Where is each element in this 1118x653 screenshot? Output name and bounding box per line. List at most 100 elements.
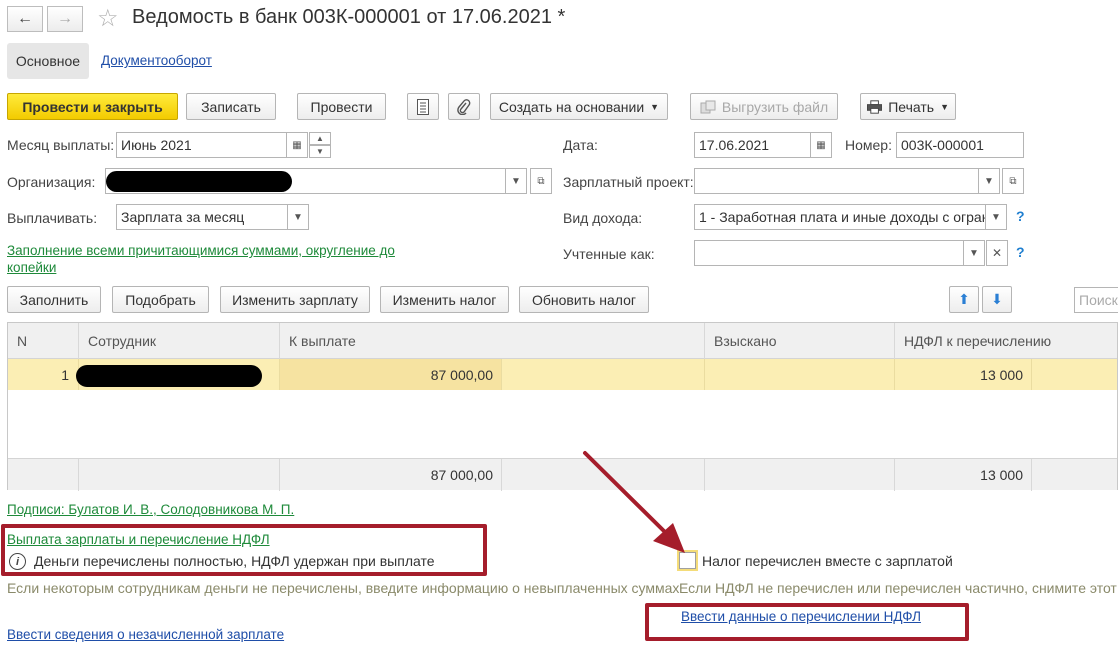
fill-button[interactable]: Заполнить [7, 286, 101, 313]
close-icon: ✕ [991, 246, 1003, 260]
salary-project-label: Зарплатный проект: [563, 174, 694, 190]
unpaid-salary-link[interactable]: Ввести сведения о незачисленной зарплате [7, 627, 284, 642]
footer-n [8, 459, 79, 491]
printer-icon [867, 99, 883, 114]
pay-type-field[interactable]: Зарплата за месяц [116, 204, 288, 230]
salary-project-dropdown-button[interactable]: ▼ [978, 168, 1000, 194]
change-salary-button[interactable]: Изменить зарплату [220, 286, 370, 313]
tax-with-salary-label: Налог перечислен вместе с зарплатой [702, 553, 953, 569]
tab-main[interactable]: Основное [7, 43, 89, 79]
chevron-down-icon: ▼ [316, 147, 324, 156]
arrow-up-icon: ⬆ [958, 291, 970, 307]
back-button[interactable]: ← [7, 6, 43, 32]
number-field[interactable]: 003К-000001 [896, 132, 1024, 158]
date-label: Дата: [563, 137, 598, 153]
post-button[interactable]: Провести [297, 93, 386, 120]
update-tax-button[interactable]: Обновить налог [519, 286, 649, 313]
income-type-label: Вид дохода: [563, 210, 643, 226]
col-ndfl[interactable]: НДФЛ к перечислению [895, 323, 1118, 359]
counted-as-dropdown-button[interactable]: ▼ [963, 240, 985, 266]
caret-down-icon: ▼ [511, 175, 521, 187]
fill-mode-link[interactable]: Заполнение всеми причитающимися суммами,… [7, 242, 427, 276]
footer-to-pay-total: 87 000,00 [280, 459, 502, 491]
arrow-left-icon: ← [17, 10, 33, 27]
organization-dropdown-button[interactable]: ▼ [505, 168, 527, 194]
salary-project-open-button[interactable]: ⧉ [1002, 168, 1024, 194]
date-field[interactable]: 17.06.2021 [694, 132, 811, 158]
table-header: N Сотрудник К выплате Взыскано НДФЛ к пе… [8, 323, 1117, 359]
calendar-icon: ▦ [292, 139, 302, 151]
salary-project-field[interactable] [694, 168, 979, 194]
calendar-button[interactable]: ▦ [286, 132, 308, 158]
arrow-right-icon: → [57, 10, 73, 27]
open-window-icon: ⧉ [1009, 175, 1017, 187]
table-footer: 87 000,00 13 000 [8, 458, 1117, 491]
cell-to-pay-extra [502, 359, 705, 390]
annotation-box-payment [1, 524, 487, 576]
print-button[interactable]: Печать ▼ [860, 93, 956, 120]
caret-down-icon: ▼ [293, 211, 303, 223]
arrow-down-icon: ⬇ [991, 291, 1003, 307]
create-based-on-label: Создать на основании [498, 98, 645, 115]
month-down-button[interactable]: ▼ [309, 145, 331, 158]
list-button[interactable] [407, 93, 439, 120]
change-tax-button[interactable]: Изменить налог [380, 286, 509, 313]
cell-ndfl: 13 000 [895, 359, 1032, 390]
income-type-help-icon[interactable]: ? [1016, 208, 1025, 224]
attach-button[interactable] [448, 93, 480, 120]
post-and-close-button[interactable]: Провести и закрыть [7, 93, 178, 120]
table-row[interactable]: 1 87 000,00 13 000 [8, 359, 1117, 390]
month-up-button[interactable]: ▲ [309, 132, 331, 145]
pay-type-label: Выплачивать: [7, 210, 98, 226]
caret-down-icon: ▼ [984, 175, 994, 187]
move-up-button[interactable]: ⬆ [949, 286, 979, 313]
income-type-field[interactable]: 1 - Заработная плата и иные доходы с огр… [694, 204, 986, 230]
print-label: Печать [888, 98, 935, 115]
counted-as-help-icon[interactable]: ? [1016, 244, 1025, 260]
signatures-link[interactable]: Подписи: Булатов И. В., Солодовникова М.… [7, 501, 294, 518]
chevron-up-icon: ▲ [316, 134, 324, 143]
page-title: Ведомость в банк 003К-000001 от 17.06.20… [132, 6, 566, 28]
search-input[interactable]: Поиск [1074, 287, 1118, 313]
export-file-button[interactable]: Выгрузить файл [690, 93, 838, 120]
cell-withheld [705, 359, 895, 390]
caret-down-icon: ▼ [991, 211, 1001, 223]
export-icon [700, 100, 716, 113]
counted-as-clear-button[interactable]: ✕ [986, 240, 1008, 266]
number-label: Номер: [845, 137, 892, 153]
unpaid-hint-text: Если некоторым сотрудникам деньги не пер… [7, 580, 680, 596]
footer-employee [79, 459, 280, 491]
tax-hint-text: Если НДФЛ не перечислен или перечислен ч… [679, 580, 1118, 596]
paperclip-icon [457, 98, 471, 115]
date-calendar-button[interactable]: ▦ [810, 132, 832, 158]
month-field[interactable]: Июнь 2021 [116, 132, 287, 158]
income-type-dropdown-button[interactable]: ▼ [985, 204, 1007, 230]
col-employee[interactable]: Сотрудник [79, 323, 280, 359]
annotation-box-tax-link [645, 603, 969, 641]
col-to-pay[interactable]: К выплате [280, 323, 705, 359]
pick-button[interactable]: Подобрать [112, 286, 209, 313]
save-button[interactable]: Записать [186, 93, 276, 120]
cell-n: 1 [8, 359, 79, 390]
footer-withheld [705, 459, 895, 491]
footer-ndfl-total: 13 000 [895, 459, 1032, 491]
caret-down-icon: ▼ [650, 101, 660, 112]
tab-docflow[interactable]: Документооборот [101, 53, 212, 68]
pay-type-dropdown-button[interactable]: ▼ [287, 204, 309, 230]
col-n[interactable]: N [8, 323, 79, 359]
redacted-organization [106, 171, 292, 192]
cell-to-pay: 87 000,00 [280, 359, 502, 390]
create-based-on-button[interactable]: Создать на основании ▼ [490, 93, 668, 120]
annotation-arrow-icon [583, 451, 685, 553]
export-file-label: Выгрузить файл [721, 98, 829, 115]
open-window-icon: ⧉ [537, 175, 545, 187]
cell-employee [76, 359, 280, 390]
forward-button[interactable]: → [47, 6, 83, 32]
col-withheld[interactable]: Взыскано [705, 323, 895, 359]
caret-down-icon: ▼ [969, 247, 979, 259]
organization-label: Организация: [7, 174, 96, 190]
organization-open-button[interactable]: ⧉ [530, 168, 552, 194]
favorite-star-icon[interactable]: ☆ [97, 4, 119, 33]
counted-as-field[interactable] [694, 240, 964, 266]
move-down-button[interactable]: ⬇ [982, 286, 1012, 313]
